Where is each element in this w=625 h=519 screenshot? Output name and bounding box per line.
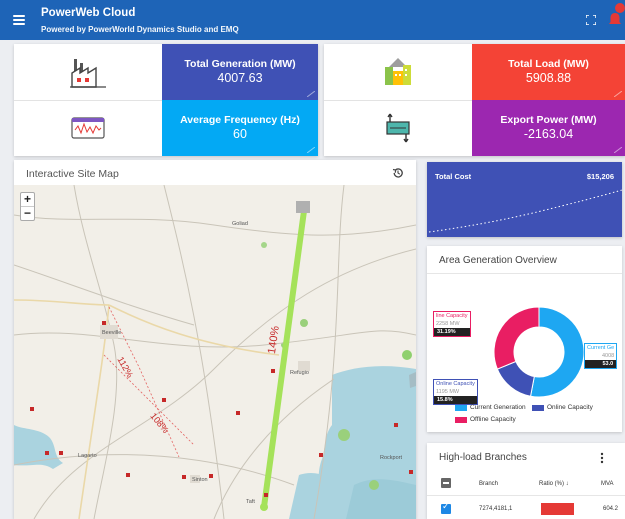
legend-label: Current Generation <box>470 404 526 411</box>
trend-icon <box>307 91 315 97</box>
total-generation-label: Total Generation (MW) <box>184 58 296 70</box>
trend-icon <box>614 147 622 153</box>
city-load-icon <box>324 44 472 100</box>
legend-item-online-capacity[interactable]: Online Capacity <box>532 404 593 411</box>
factory-icon <box>14 44 162 99</box>
area-generation-card: Area Generation Overview line Capacity 2… <box>427 246 622 432</box>
map-canvas[interactable]: + − Goliad Beeville Refugio Sinton Taft … <box>14 185 416 519</box>
mva-cell: 604.2 <box>603 506 619 512</box>
total-load-label: Total Load (MW) <box>508 58 589 70</box>
callout-pct: 15.8% <box>434 396 477 404</box>
export-power-label: Export Power (MW) <box>500 114 597 126</box>
kpi-panel-right: Total Load (MW) 5908.88 Export Power (MW… <box>324 44 625 156</box>
branch-cell: 7274,4181,1 <box>479 506 513 512</box>
select-all-checkbox[interactable] <box>441 478 451 488</box>
callout-pct: 53.0 <box>585 360 617 368</box>
site-map-title: Interactive Site Map <box>26 168 119 180</box>
place-label: Sinton <box>192 477 208 483</box>
average-frequency-label: Average Frequency (Hz) <box>180 114 300 126</box>
app-title: PowerWeb Cloud <box>41 7 136 19</box>
row-checkbox[interactable] <box>441 502 451 514</box>
branches-title: High-load Branches <box>439 452 527 463</box>
callout-name: line Capacity <box>436 313 468 319</box>
average-frequency-value: 60 <box>233 127 247 141</box>
legend-label: Offline Capacity <box>470 416 516 423</box>
more-options-icon[interactable] <box>600 452 604 464</box>
place-label: Rockport <box>380 455 403 461</box>
place-label: Refugio <box>290 370 309 376</box>
total-cost-card: Total Cost $15,206 <box>427 162 622 237</box>
total-generation-tile: Total Generation (MW) 4007.63 <box>162 44 318 100</box>
callout-current-generation: Current Ge 4008 53.0 <box>584 343 618 369</box>
notification-badge <box>615 3 625 13</box>
export-power-tile: Export Power (MW) -2163.04 <box>472 100 625 156</box>
column-header-branch[interactable]: Branch <box>479 481 498 487</box>
place-label: Lagarto <box>78 453 97 459</box>
total-generation-value: 4007.63 <box>217 71 263 85</box>
cost-trend-line <box>428 189 622 233</box>
legend-label: Online Capacity <box>547 404 593 411</box>
export-power-value: -2163.04 <box>523 127 574 141</box>
kpi-panel-left: Total Generation (MW) 4007.63 Average Fr… <box>14 44 318 156</box>
zoom-control: + − <box>20 192 35 221</box>
site-map-card: Interactive Site Map + − Goliad Beeville… <box>14 160 416 519</box>
place-label: Beeville <box>102 330 122 336</box>
transmission-overlay <box>30 201 413 511</box>
legend-swatch <box>455 404 467 411</box>
ratio-badge <box>541 503 574 515</box>
fullscreen-icon[interactable] <box>586 15 596 25</box>
callout-mw: 4008 <box>601 353 615 359</box>
high-load-branches-card: High-load Branches Branch Ratio (%) ↓ MV… <box>427 443 625 519</box>
donut-slice-offline-capacity[interactable] <box>493 306 540 370</box>
overloaded-line-140[interactable] <box>261 208 307 510</box>
history-icon[interactable] <box>392 167 404 179</box>
average-frequency-tile: Average Frequency (Hz) 60 <box>162 100 318 156</box>
callout-name: Online Capacity <box>436 381 475 387</box>
place-label: Goliad <box>232 221 248 227</box>
total-load-value: 5908.88 <box>525 71 572 85</box>
power-exchange-icon <box>324 100 472 156</box>
column-header-mva[interactable]: MVA <box>601 481 614 487</box>
callout-mw: 1195 MW <box>436 389 460 395</box>
menu-icon[interactable] <box>13 15 25 25</box>
app-subtitle: Powered by PowerWorld Dynamics Studio an… <box>41 25 239 34</box>
divider <box>427 495 625 496</box>
legend-item-offline-capacity[interactable]: Offline Capacity <box>455 416 516 423</box>
callout-name: Current Ge <box>587 345 615 351</box>
substation-icon[interactable] <box>296 201 310 213</box>
callout-online-capacity: Online Capacity 1195 MW 15.8% <box>433 379 478 405</box>
place-label: Taft <box>246 499 255 505</box>
callout-offline-capacity: line Capacity 2258 MW 31.19% <box>433 311 471 337</box>
callout-mw: 2258 MW <box>436 321 460 327</box>
callout-pct: 31.19% <box>434 328 470 336</box>
legend-item-current-generation[interactable]: Current Generation <box>455 404 526 411</box>
total-load-tile: Total Load (MW) 5908.88 <box>472 44 625 100</box>
column-header-ratio[interactable]: Ratio (%) ↓ <box>539 481 569 487</box>
legend-swatch <box>532 404 544 411</box>
legend-swatch <box>455 416 467 423</box>
top-app-bar: PowerWeb Cloud Powered by PowerWorld Dyn… <box>0 0 625 40</box>
zoom-out-button[interactable]: − <box>21 207 34 221</box>
trend-icon <box>307 147 315 153</box>
frequency-waveform-icon <box>14 100 162 156</box>
zoom-in-button[interactable]: + <box>21 193 34 207</box>
trend-icon <box>614 91 622 97</box>
